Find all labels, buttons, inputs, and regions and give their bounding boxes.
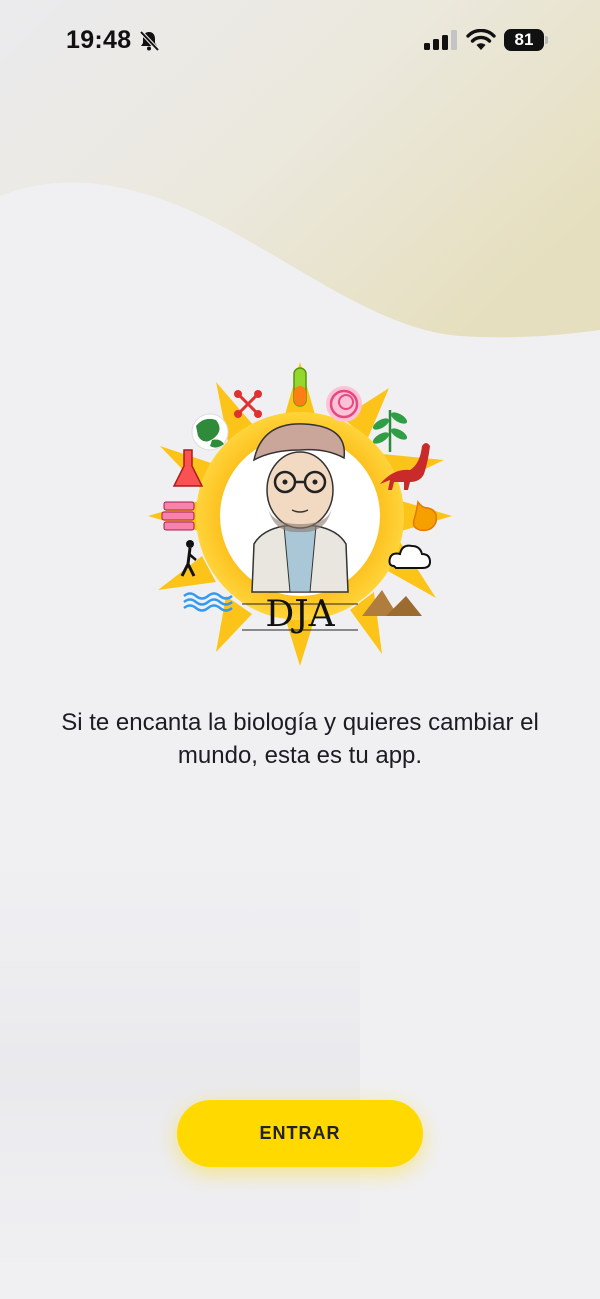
status-bar: 19:48 81 (0, 0, 600, 84)
battery-level: 81 (514, 30, 534, 49)
dna-scribble-icon (326, 386, 362, 422)
status-time: 19:48 (66, 26, 132, 54)
dja-text: DJA (265, 594, 335, 635)
globe-icon (191, 413, 229, 451)
cellular-signal-icon (424, 30, 457, 50)
dja-logo: DJA (148, 362, 452, 666)
bell-slash-icon (139, 30, 160, 52)
tagline-text: Si te encanta la biología y quieres camb… (61, 709, 539, 769)
books-icon (161, 501, 195, 531)
battery-icon: 81 (504, 29, 544, 51)
wifi-icon (466, 29, 496, 50)
test-tube-icon (293, 367, 307, 407)
molecule-icon (234, 390, 262, 418)
enter-button[interactable]: ENTRAR (177, 1100, 423, 1167)
battery-tip (545, 36, 548, 44)
stomach-icon (412, 500, 438, 532)
